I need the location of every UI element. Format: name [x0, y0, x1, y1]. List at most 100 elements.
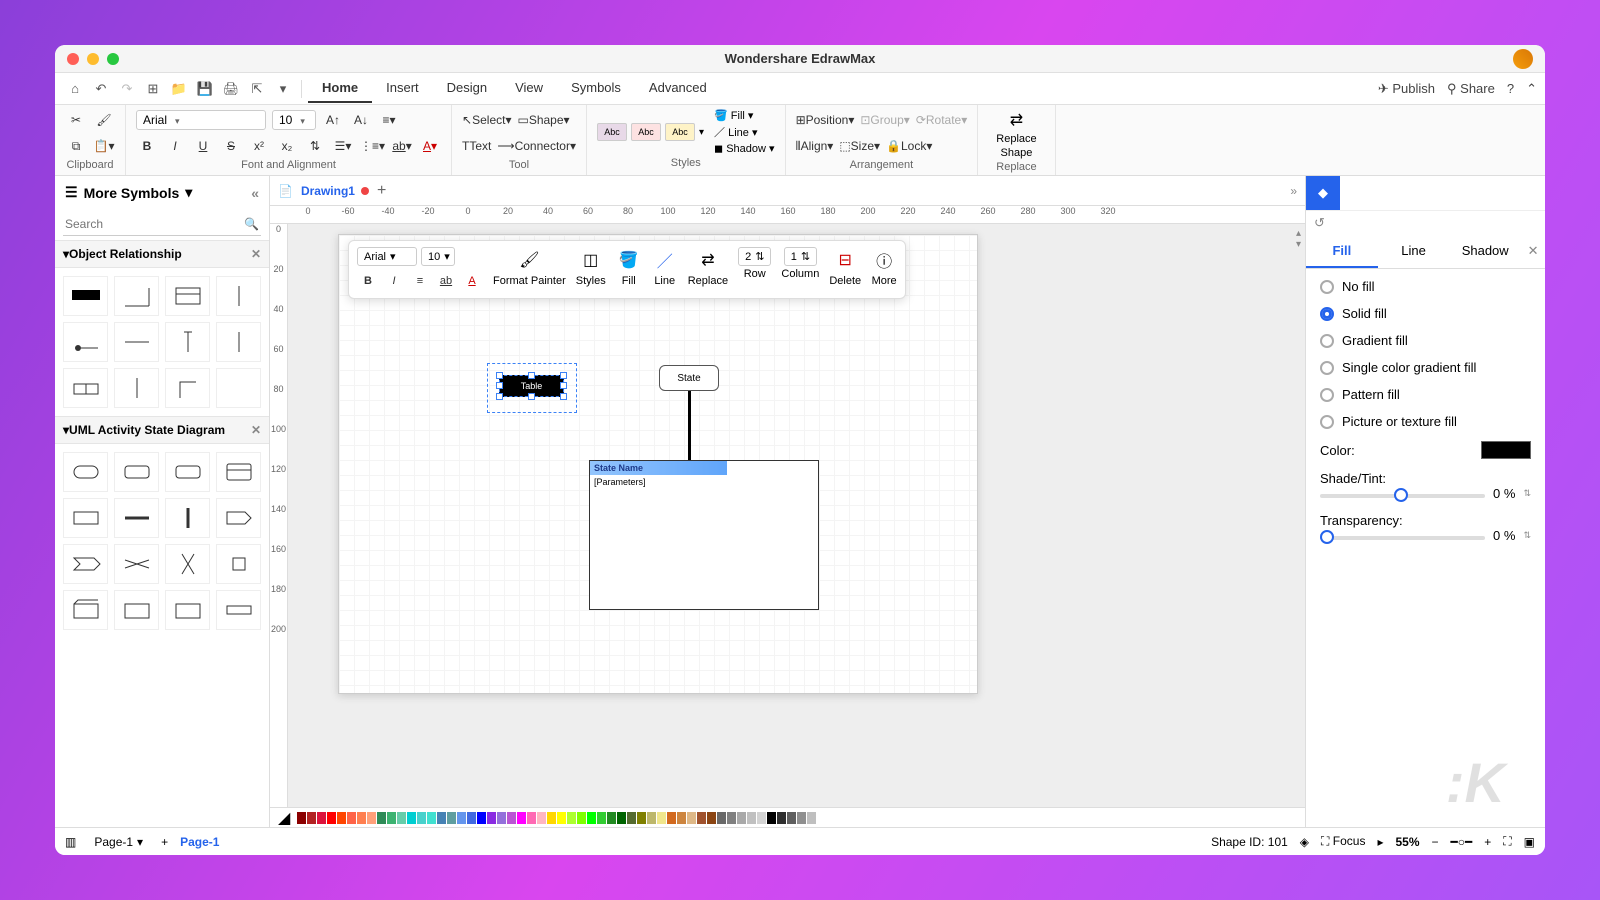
- shape-thumb[interactable]: [165, 276, 210, 316]
- fill-option[interactable]: Pattern fill: [1320, 387, 1531, 402]
- fill-option[interactable]: Solid fill: [1320, 306, 1531, 321]
- text-tool[interactable]: T Text: [462, 135, 491, 157]
- document-tab[interactable]: Drawing1: [301, 184, 369, 198]
- color-swatch[interactable]: [777, 812, 786, 824]
- font-family-select[interactable]: Arial: [136, 110, 266, 130]
- float-bold-icon[interactable]: B: [357, 270, 379, 292]
- color-swatch[interactable]: [567, 812, 576, 824]
- underline-icon[interactable]: U: [192, 135, 214, 157]
- color-swatch[interactable]: [467, 812, 476, 824]
- fit-page-icon[interactable]: ⛶: [1503, 834, 1511, 849]
- color-swatch[interactable]: [557, 812, 566, 824]
- color-swatch[interactable]: [677, 812, 686, 824]
- menu-tab-symbols[interactable]: Symbols: [557, 74, 635, 103]
- float-row[interactable]: 2 ⇅Row: [738, 247, 771, 280]
- color-swatch[interactable]: [377, 812, 386, 824]
- share-button[interactable]: ⚲ Share: [1447, 81, 1495, 97]
- close-icon[interactable]: ✕: [251, 247, 261, 261]
- float-line[interactable]: ／Line: [652, 247, 678, 287]
- page[interactable]: Table State State Name: [338, 234, 978, 694]
- search-input[interactable]: [65, 217, 244, 231]
- shape-thumb[interactable]: [114, 276, 159, 316]
- subscript-icon[interactable]: x₂: [276, 135, 298, 157]
- prop-tab-fill[interactable]: Fill: [1306, 235, 1378, 268]
- float-column[interactable]: 1 ⇅Column: [781, 247, 819, 280]
- save-icon[interactable]: 💾: [193, 77, 217, 101]
- color-swatch[interactable]: [717, 812, 726, 824]
- shape-thumb[interactable]: [63, 276, 108, 316]
- color-swatch[interactable]: [587, 812, 596, 824]
- format-painter-icon[interactable]: 🖌: [93, 109, 115, 131]
- shape-thumb[interactable]: [165, 368, 210, 408]
- canvas[interactable]: ▴▾ Table State: [288, 224, 1305, 807]
- color-swatch[interactable]: [317, 812, 326, 824]
- float-italic-icon[interactable]: I: [383, 270, 405, 292]
- color-swatch[interactable]: [607, 812, 616, 824]
- float-format-painter[interactable]: 🖌Format Painter: [493, 247, 566, 287]
- align-icon[interactable]: ≡▾: [378, 109, 400, 131]
- color-swatch[interactable]: [757, 812, 766, 824]
- rotate-dropdown[interactable]: ⟳ Rotate▾: [916, 109, 967, 131]
- help-icon[interactable]: ?: [1507, 81, 1514, 96]
- float-fontcolor-icon[interactable]: A: [461, 270, 483, 292]
- symbols-panel-header[interactable]: ☰ More Symbols ▾ «: [55, 176, 269, 209]
- color-swatch[interactable]: [507, 812, 516, 824]
- symbol-search[interactable]: 🔍: [63, 213, 261, 236]
- connector-tool[interactable]: ⟶ Connector ▾: [497, 135, 576, 157]
- add-page-icon[interactable]: +: [161, 835, 168, 849]
- color-swatch[interactable]: [737, 812, 746, 824]
- line-dropdown[interactable]: ／ Line ▾: [714, 124, 775, 140]
- float-fill[interactable]: 🪣Fill: [616, 247, 642, 287]
- fill-option[interactable]: Picture or texture fill: [1320, 414, 1531, 429]
- shape-thumb[interactable]: [63, 368, 108, 408]
- color-swatch[interactable]: [327, 812, 336, 824]
- color-swatch[interactable]: [497, 812, 506, 824]
- shape-thumb[interactable]: [114, 322, 159, 362]
- collapse-ribbon-icon[interactable]: ⌃: [1526, 81, 1537, 97]
- shape-thumb[interactable]: [63, 322, 108, 362]
- page-layout-icon[interactable]: ▥: [65, 835, 76, 849]
- float-delete[interactable]: ⊟Delete: [829, 247, 861, 287]
- color-swatch[interactable]: [397, 812, 406, 824]
- section-object-relationship[interactable]: ▾ Object Relationship✕: [55, 240, 269, 268]
- color-swatch[interactable]: [617, 812, 626, 824]
- shape-thumb[interactable]: [165, 590, 210, 630]
- history-icon[interactable]: ↺: [1314, 215, 1325, 231]
- connector[interactable]: [688, 391, 691, 461]
- copy-icon[interactable]: ⧉: [65, 135, 87, 157]
- maximize-window[interactable]: [107, 53, 119, 65]
- color-swatch[interactable]: [627, 812, 636, 824]
- group-dropdown[interactable]: ⊡ Group▾: [860, 109, 909, 131]
- shape-thumb[interactable]: [165, 452, 210, 492]
- shrink-font-icon[interactable]: A↓: [350, 109, 372, 131]
- layers-icon[interactable]: ◈: [1300, 835, 1309, 849]
- menu-tab-view[interactable]: View: [501, 74, 557, 103]
- float-styles[interactable]: ◫Styles: [576, 247, 606, 287]
- color-swatch[interactable]: [527, 812, 536, 824]
- color-swatch[interactable]: [347, 812, 356, 824]
- print-icon[interactable]: 🖨: [219, 77, 243, 101]
- user-avatar[interactable]: [1513, 49, 1533, 69]
- shade-slider[interactable]: [1320, 494, 1485, 498]
- zoom-slider[interactable]: ━○━: [1451, 835, 1473, 849]
- publish-button[interactable]: ✈ Publish: [1378, 81, 1435, 97]
- search-icon[interactable]: 🔍: [244, 217, 259, 231]
- transparency-slider[interactable]: [1320, 536, 1485, 540]
- close-window[interactable]: [67, 53, 79, 65]
- color-picker[interactable]: [1481, 441, 1531, 459]
- fullscreen-icon[interactable]: ▣: [1524, 835, 1535, 849]
- color-swatch[interactable]: [437, 812, 446, 824]
- shape-thumb[interactable]: [216, 322, 261, 362]
- color-swatch[interactable]: [647, 812, 656, 824]
- float-align-icon[interactable]: ≡: [409, 270, 431, 292]
- eyedropper-icon[interactable]: ◢: [278, 808, 290, 828]
- italic-icon[interactable]: I: [164, 135, 186, 157]
- size-dropdown[interactable]: ⬚ Size▾: [839, 135, 880, 157]
- color-swatch[interactable]: [697, 812, 706, 824]
- menu-tab-design[interactable]: Design: [433, 74, 501, 103]
- color-swatch[interactable]: [297, 812, 306, 824]
- color-swatch[interactable]: [657, 812, 666, 824]
- style-preset-1[interactable]: Abc: [597, 123, 627, 141]
- style-more-icon[interactable]: ▾: [699, 127, 704, 138]
- shape-thumb[interactable]: [216, 368, 261, 408]
